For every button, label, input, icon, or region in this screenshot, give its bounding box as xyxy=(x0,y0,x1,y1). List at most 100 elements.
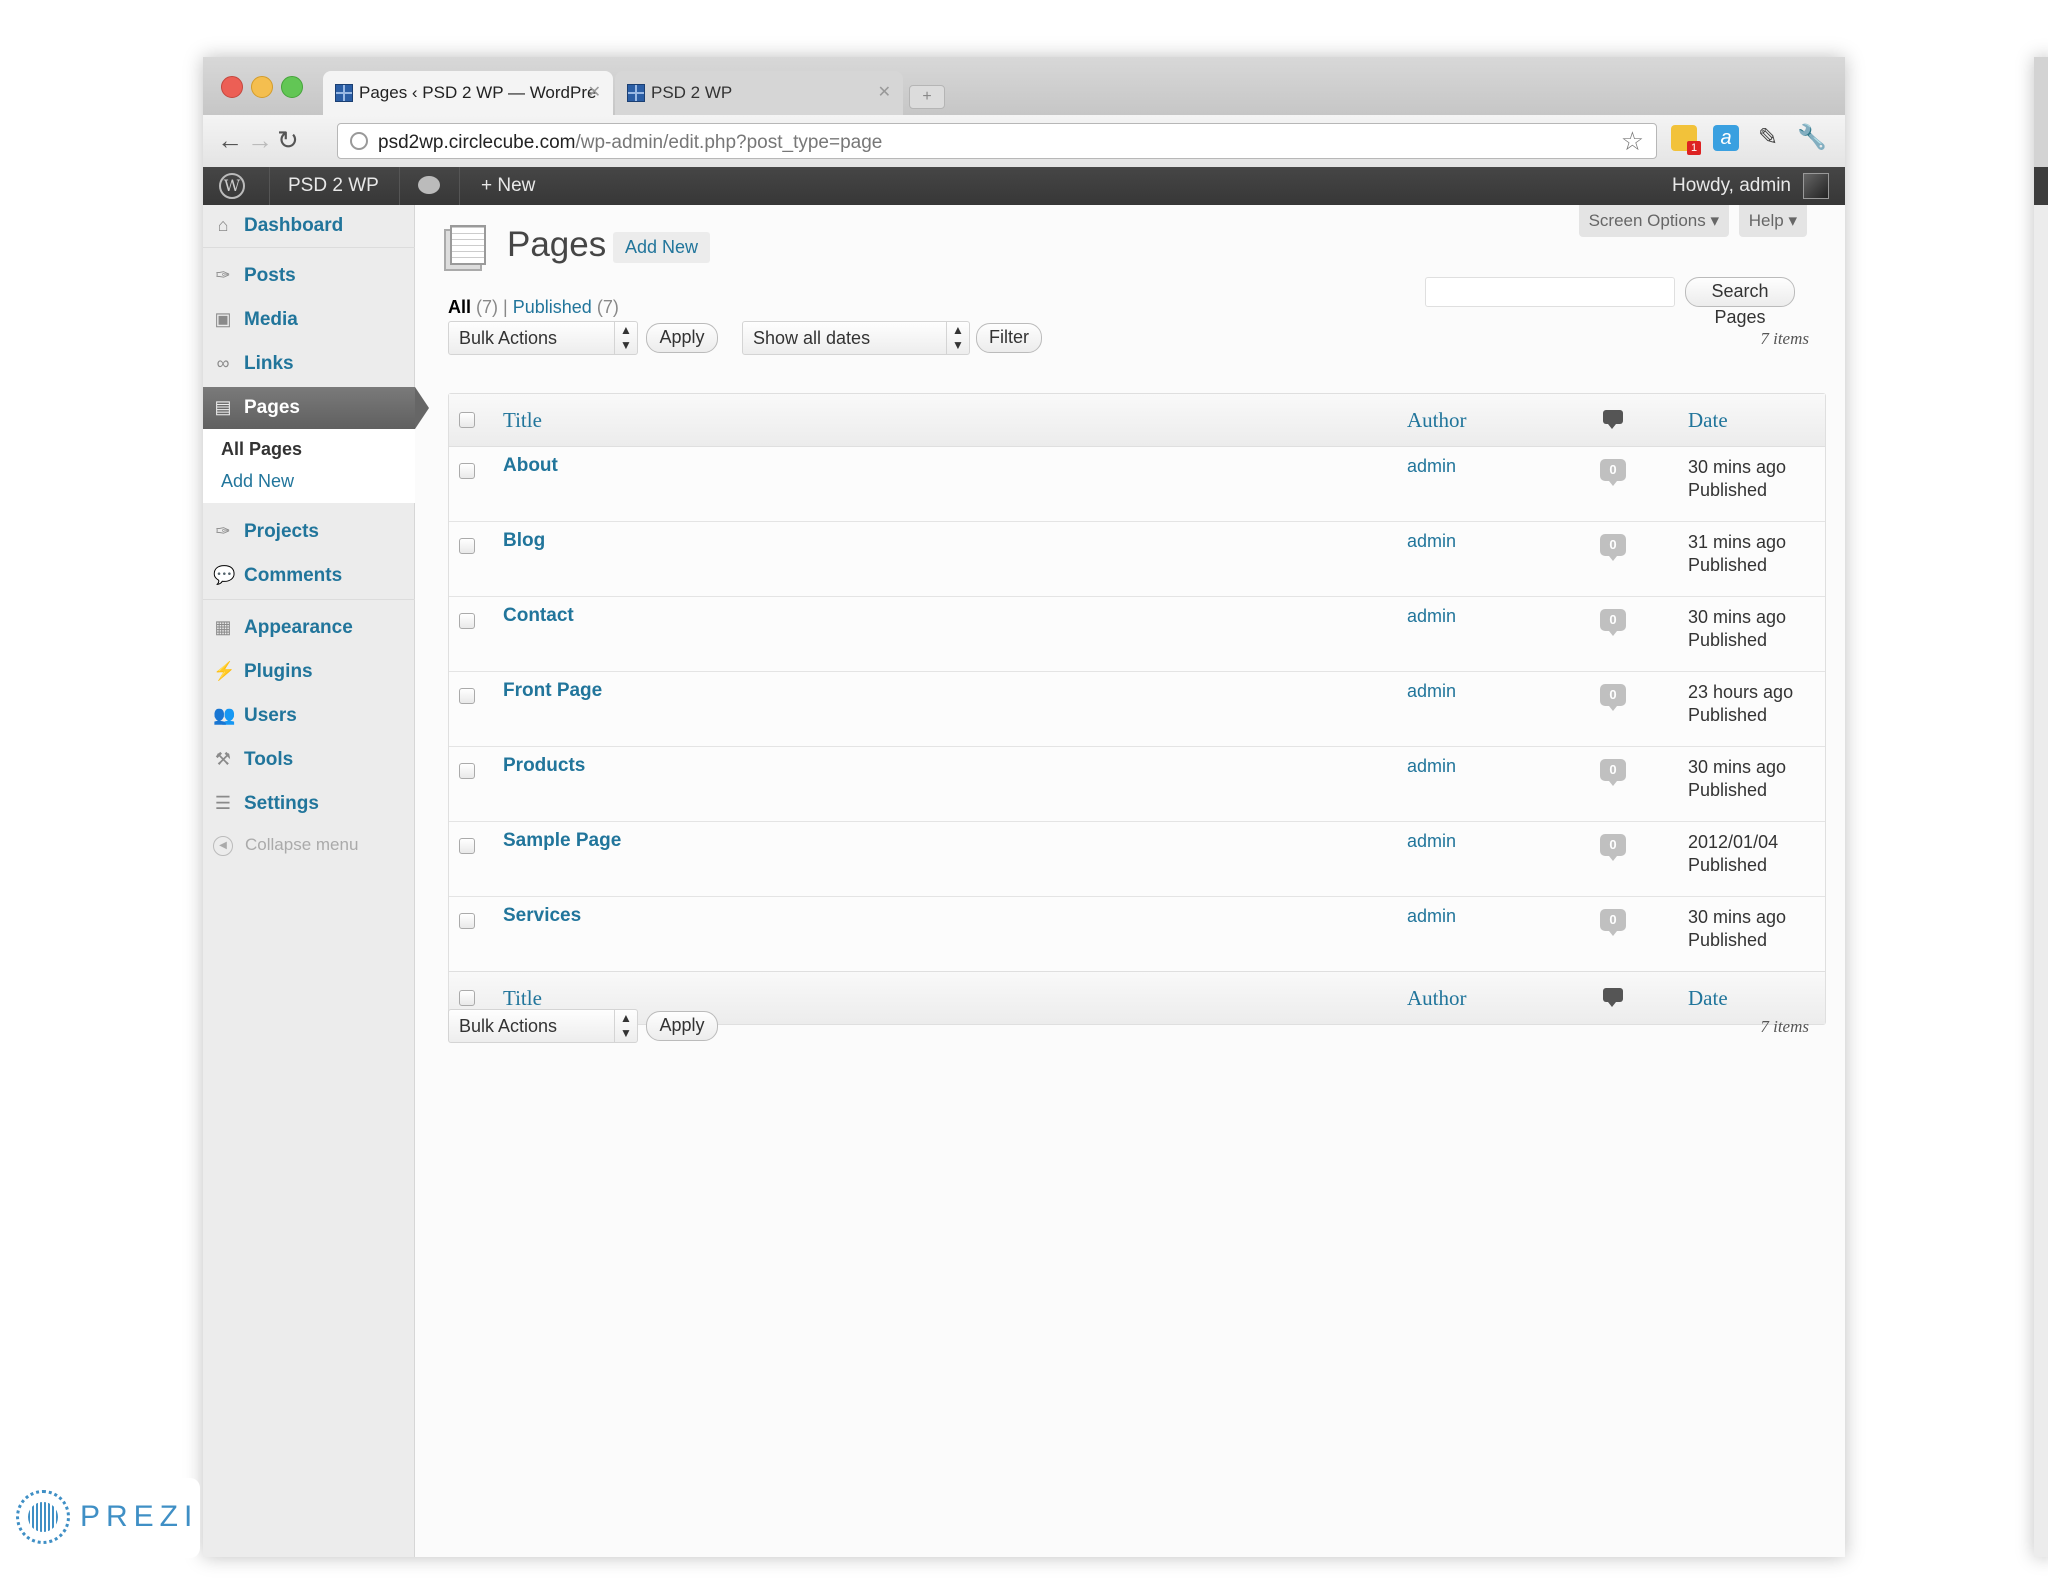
column-title-header[interactable]: Title xyxy=(503,986,542,1011)
date-cell: 30 mins ago Published xyxy=(1688,756,1786,802)
a-extension-icon[interactable]: a xyxy=(1713,125,1739,151)
minimize-window-button[interactable] xyxy=(251,76,273,98)
comment-count-bubble[interactable]: 0 xyxy=(1600,609,1626,636)
sidebar-item-appearance[interactable]: ▦ Appearance xyxy=(203,607,415,649)
page-title-link[interactable]: Front Page xyxy=(503,680,602,702)
submenu-add-new[interactable]: Add New xyxy=(221,471,294,492)
forward-arrow-icon[interactable]: → xyxy=(247,127,273,153)
back-arrow-icon[interactable]: ← xyxy=(217,127,243,153)
filter-separator: | xyxy=(503,297,508,317)
author-link[interactable]: admin xyxy=(1407,531,1456,552)
author-link[interactable]: admin xyxy=(1407,906,1456,927)
page-title-link[interactable]: Sample Page xyxy=(503,830,621,852)
submenu-all-pages[interactable]: All Pages xyxy=(221,439,302,460)
row-checkbox[interactable] xyxy=(459,463,475,479)
sidebar-item-projects[interactable]: ✑ Projects xyxy=(203,511,415,553)
comments-bubble-icon[interactable] xyxy=(418,176,440,194)
comment-count-bubble[interactable]: 0 xyxy=(1600,834,1626,861)
comment-count-bubble[interactable]: 0 xyxy=(1600,909,1626,936)
comments-column-icon[interactable] xyxy=(1603,988,1623,1007)
page-title-link[interactable]: Products xyxy=(503,755,585,777)
bulk-actions-select[interactable]: Bulk Actions ▲ ▼ xyxy=(448,321,638,355)
sidebar-item-links[interactable]: ∞ Links xyxy=(203,343,415,385)
page-title-link[interactable]: Blog xyxy=(503,530,545,552)
search-pages-button[interactable]: Search Pages xyxy=(1685,277,1795,327)
comment-count-bubble[interactable]: 0 xyxy=(1600,684,1626,711)
url-path: /wp-admin/edit.php?post_type=page xyxy=(575,132,883,153)
sidebar-item-plugins[interactable]: ⚡ Plugins xyxy=(203,651,415,693)
comment-count-bubble[interactable]: 0 xyxy=(1600,534,1626,561)
row-checkbox[interactable] xyxy=(459,763,475,779)
site-name-link[interactable]: PSD 2 WP xyxy=(288,175,379,197)
comment-count-bubble[interactable]: 0 xyxy=(1600,759,1626,786)
column-date-header[interactable]: Date xyxy=(1688,408,1728,433)
author-link[interactable]: admin xyxy=(1407,456,1456,477)
filter-published-link[interactable]: Published xyxy=(513,297,592,317)
sidebar-item-dashboard[interactable]: ⌂ Dashboard xyxy=(203,205,415,247)
sidebar-item-media[interactable]: ▣ Media xyxy=(203,299,415,341)
sidebar-item-comments[interactable]: 💬 Comments xyxy=(203,555,415,597)
sidebar-item-tools[interactable]: ⚒ Tools xyxy=(203,739,415,781)
column-title-header[interactable]: Title xyxy=(503,408,542,433)
sidebar-item-settings[interactable]: ☰ Settings xyxy=(203,783,415,825)
page-title: Pages xyxy=(507,225,607,264)
sidebar-item-pages[interactable]: ▤ Pages xyxy=(203,387,429,429)
row-checkbox[interactable] xyxy=(459,838,475,854)
reload-icon[interactable]: ↻ xyxy=(277,127,299,153)
tab-close-icon[interactable]: ✕ xyxy=(588,82,601,102)
sidebar-item-users[interactable]: 👥 Users xyxy=(203,695,415,737)
sidebar-item-posts[interactable]: ✑ Posts xyxy=(203,255,415,297)
eyedropper-icon[interactable]: ✎ xyxy=(1755,125,1781,151)
apply-button-bottom[interactable]: Apply xyxy=(646,1011,718,1041)
search-input[interactable] xyxy=(1425,277,1675,307)
table-header: Title Author Date xyxy=(449,394,1825,447)
new-tab-button[interactable]: + xyxy=(909,85,945,109)
author-link[interactable]: admin xyxy=(1407,756,1456,777)
row-checkbox[interactable] xyxy=(459,688,475,704)
close-window-button[interactable] xyxy=(221,76,243,98)
add-new-page-button[interactable]: Add New xyxy=(613,232,711,263)
new-content-link[interactable]: + New xyxy=(481,175,535,197)
wrench-icon[interactable]: 🔧 xyxy=(1797,125,1827,151)
page-info-icon[interactable] xyxy=(350,132,368,150)
filter-all-link[interactable]: All xyxy=(448,297,471,317)
row-checkbox[interactable] xyxy=(459,538,475,554)
avatar[interactable] xyxy=(1803,173,1829,199)
column-date-header[interactable]: Date xyxy=(1688,986,1728,1011)
tab-psd2wp[interactable]: PSD 2 WP ✕ xyxy=(615,71,903,115)
author-link[interactable]: admin xyxy=(1407,681,1456,702)
author-link[interactable]: admin xyxy=(1407,831,1456,852)
address-bar[interactable]: psd2wp.circlecube.com/wp-admin/edit.php?… xyxy=(337,123,1657,159)
select-arrows-icon: ▲ ▼ xyxy=(614,322,637,355)
row-checkbox[interactable] xyxy=(459,913,475,929)
filter-button[interactable]: Filter xyxy=(976,323,1042,353)
page-title-link[interactable]: Contact xyxy=(503,605,574,627)
howdy-user-link[interactable]: Howdy, admin xyxy=(1672,175,1791,197)
comment-count-bubble[interactable]: 0 xyxy=(1600,459,1626,486)
wordpress-logo-icon[interactable]: W xyxy=(219,173,245,199)
select-all-checkbox[interactable] xyxy=(459,990,475,1006)
menu-separator xyxy=(203,599,415,600)
bookmark-star-icon[interactable]: ☆ xyxy=(1621,126,1644,157)
screen-options-button[interactable]: Screen Options ▾ xyxy=(1578,205,1729,237)
page-title-link[interactable]: Services xyxy=(503,905,581,927)
help-button[interactable]: Help ▾ xyxy=(1738,205,1807,237)
column-author-header[interactable]: Author xyxy=(1407,986,1467,1011)
tab-close-icon[interactable]: ✕ xyxy=(878,82,891,102)
collapse-menu-button[interactable]: ◀ Collapse menu xyxy=(213,835,358,856)
select-all-checkbox[interactable] xyxy=(459,412,475,428)
author-link[interactable]: admin xyxy=(1407,606,1456,627)
apply-button[interactable]: Apply xyxy=(646,323,718,353)
status-value: Published xyxy=(1688,480,1768,500)
column-author-header[interactable]: Author xyxy=(1407,408,1467,433)
bulk-actions-value: Bulk Actions xyxy=(459,328,558,348)
dates-select[interactable]: Show all dates ▲ ▼ xyxy=(742,321,970,355)
zoom-window-button[interactable] xyxy=(281,76,303,98)
tab-pages[interactable]: Pages ‹ PSD 2 WP — WordPre ✕ xyxy=(323,71,613,115)
gmail-checker-icon[interactable]: 1 xyxy=(1671,125,1701,155)
prezi-logo-text: PREZI xyxy=(80,1500,199,1533)
comments-column-icon[interactable] xyxy=(1603,410,1623,429)
row-checkbox[interactable] xyxy=(459,613,475,629)
bulk-actions-select-bottom[interactable]: Bulk Actions ▲ ▼ xyxy=(448,1009,638,1043)
page-title-link[interactable]: About xyxy=(503,455,558,477)
